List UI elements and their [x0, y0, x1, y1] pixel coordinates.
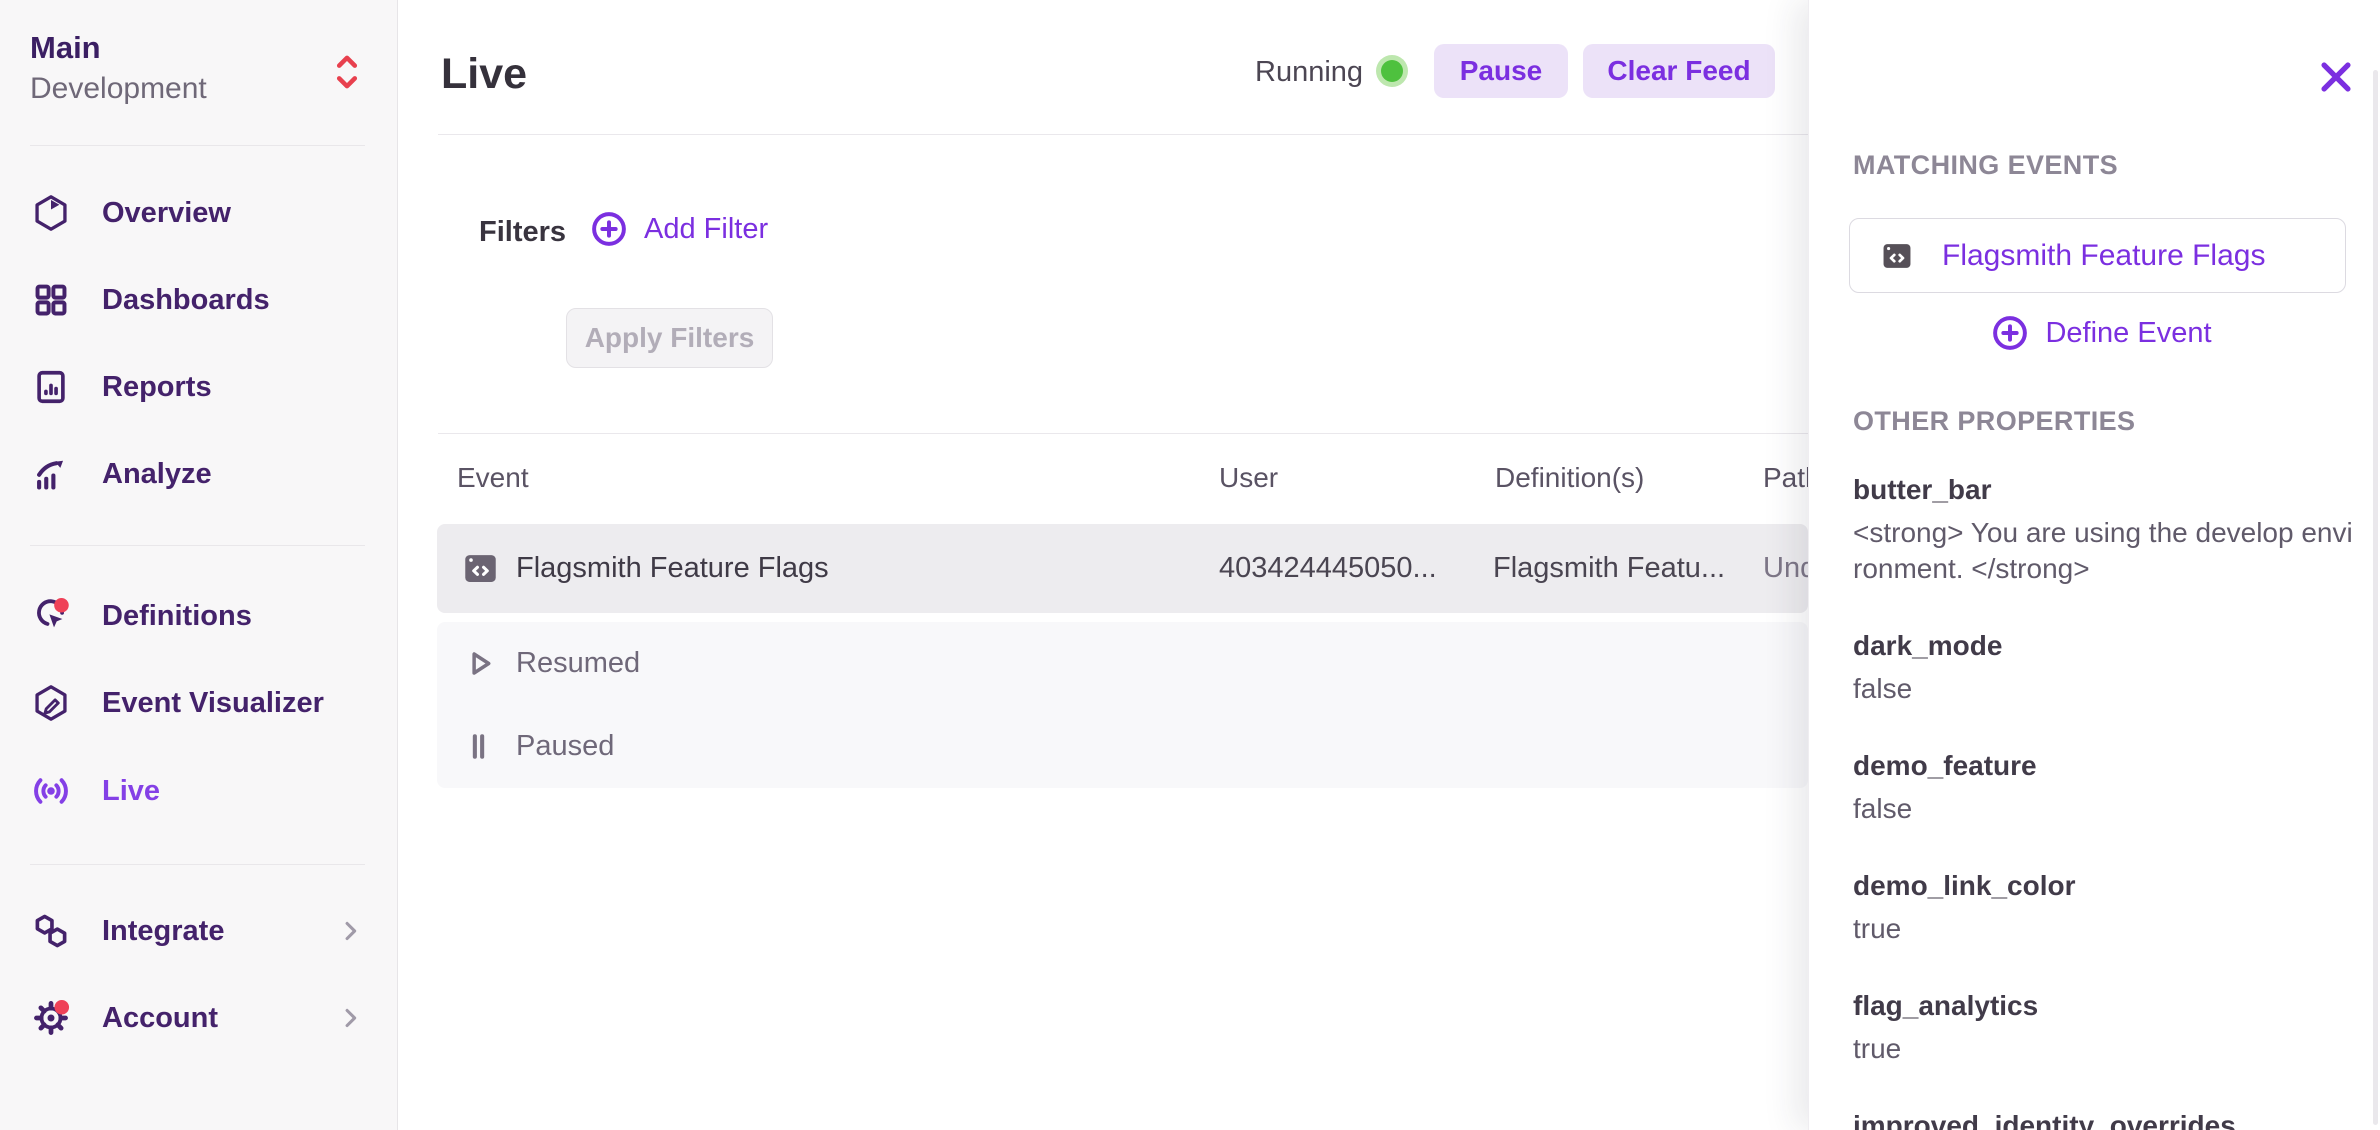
property-name: demo_link_color — [1853, 870, 2358, 902]
path-cell: Undefined — [1763, 524, 1808, 613]
project-name: Main — [30, 30, 101, 66]
definitions-cell: Flagsmith Featu... — [1493, 524, 1725, 613]
sidebar-item-label: Analyze — [102, 458, 212, 491]
property-item: demo_link_color true — [1853, 870, 2358, 947]
sidebar-item-overview[interactable]: Overview — [0, 170, 398, 256]
property-name: butter_bar — [1853, 474, 2358, 506]
sidebar-item-live[interactable]: Live — [0, 748, 398, 834]
column-header-user: User — [1219, 462, 1278, 494]
sidebar-item-event-visualizer[interactable]: Event Visualizer — [0, 660, 398, 746]
event-visualizer-icon — [32, 684, 70, 722]
property-item: dark_mode false — [1853, 630, 2358, 707]
sidebar-item-integrate[interactable]: Integrate — [0, 888, 398, 974]
property-value: true — [1853, 1031, 2358, 1067]
property-item: demo_feature false — [1853, 750, 2358, 827]
sidebar-item-label: Live — [102, 775, 160, 808]
event-row-flagsmith[interactable]: Flagsmith Feature Flags 403424445050... … — [437, 524, 1808, 613]
other-properties-label: OTHER PROPERTIES — [1853, 406, 2135, 437]
dashboards-icon — [32, 281, 70, 319]
feed-row-paused[interactable]: Paused — [437, 705, 1808, 788]
sidebar-item-label: Dashboards — [102, 284, 270, 317]
sidebar: Main Development Overview — [0, 0, 398, 1130]
apply-filters-button[interactable]: Apply Filters — [566, 308, 773, 368]
definitions-icon — [32, 597, 70, 635]
sidebar-divider — [30, 145, 365, 146]
status-dot — [1381, 60, 1403, 82]
chevron-right-icon — [336, 917, 364, 945]
properties-list: butter_bar <strong> You are using the de… — [1853, 474, 2358, 1130]
event-cell: Flagsmith Feature Flags — [516, 524, 829, 613]
sidebar-item-label: Account — [102, 1002, 218, 1035]
header-divider — [438, 134, 1808, 135]
pause-button[interactable]: Pause — [1434, 44, 1568, 98]
add-filter-label: Add Filter — [644, 213, 768, 246]
project-switcher-icon[interactable] — [330, 50, 364, 94]
reports-icon — [32, 368, 70, 406]
sidebar-item-label: Integrate — [102, 915, 224, 948]
sidebar-item-label: Definitions — [102, 600, 252, 633]
add-filter-button[interactable]: Add Filter — [590, 210, 768, 248]
define-event-button[interactable]: Define Event — [1853, 314, 2350, 352]
app-root: Main Development Overview — [0, 0, 2380, 1130]
feed-status-block: Resumed Paused — [437, 622, 1808, 788]
overview-icon — [32, 194, 70, 232]
chevron-right-icon — [336, 1004, 364, 1032]
property-item: improved_identity_overrides false — [1853, 1110, 2358, 1130]
matched-event-name: Flagsmith Feature Flags — [1942, 239, 2265, 273]
sidebar-item-definitions[interactable]: Definitions — [0, 573, 398, 659]
sidebar-item-label: Event Visualizer — [102, 687, 324, 720]
sidebar-divider — [30, 864, 365, 865]
plus-circle-icon — [1991, 314, 2029, 352]
pause-icon — [461, 729, 496, 764]
play-icon — [461, 646, 496, 681]
sidebar-divider — [30, 545, 365, 546]
define-event-label: Define Event — [2045, 317, 2211, 350]
property-name: improved_identity_overrides — [1853, 1110, 2358, 1130]
panel-scrollbar[interactable] — [2373, 70, 2378, 1125]
feed-status-label: Running — [1255, 56, 1363, 89]
code-window-icon — [459, 547, 502, 590]
close-icon[interactable] — [2317, 58, 2355, 96]
event-details-panel: MATCHING EVENTS Flagsmith Feature Flags … — [1808, 0, 2380, 1130]
property-value: false — [1853, 671, 2358, 707]
feed-row-resumed[interactable]: Resumed — [437, 622, 1808, 705]
column-header-event: Event — [457, 462, 529, 494]
property-value: <strong> You are using the develop envir… — [1853, 515, 2353, 587]
live-icon — [32, 772, 70, 810]
status-row-label: Paused — [516, 705, 614, 788]
sidebar-item-dashboards[interactable]: Dashboards — [0, 257, 398, 343]
sidebar-item-reports[interactable]: Reports — [0, 344, 398, 430]
column-header-definitions: Definition(s) — [1495, 462, 1644, 494]
account-gear-icon — [32, 999, 70, 1037]
property-name: demo_feature — [1853, 750, 2358, 782]
sidebar-item-analyze[interactable]: Analyze — [0, 431, 398, 517]
analyze-icon — [32, 455, 70, 493]
sidebar-item-label: Overview — [102, 197, 231, 230]
property-value: true — [1853, 911, 2358, 947]
status-row-label: Resumed — [516, 622, 640, 705]
property-name: flag_analytics — [1853, 990, 2358, 1022]
environment-name: Development — [30, 72, 207, 106]
sidebar-item-label: Reports — [102, 371, 212, 404]
table-divider — [438, 433, 1808, 434]
plus-circle-icon — [590, 210, 628, 248]
property-item: butter_bar <strong> You are using the de… — [1853, 474, 2358, 587]
clear-feed-button[interactable]: Clear Feed — [1583, 44, 1775, 98]
integrate-icon — [32, 912, 70, 950]
property-value: false — [1853, 791, 2358, 827]
property-item: flag_analytics true — [1853, 990, 2358, 1067]
filters-label: Filters — [479, 216, 566, 249]
page-title: Live — [441, 50, 527, 99]
matching-events-label: MATCHING EVENTS — [1853, 150, 2118, 181]
user-cell: 403424445050... — [1219, 524, 1437, 613]
code-window-icon — [1878, 237, 1916, 275]
matched-event-button[interactable]: Flagsmith Feature Flags — [1849, 218, 2346, 293]
property-name: dark_mode — [1853, 630, 2358, 662]
status-indicator — [1376, 55, 1408, 87]
sidebar-item-account[interactable]: Account — [0, 975, 398, 1061]
